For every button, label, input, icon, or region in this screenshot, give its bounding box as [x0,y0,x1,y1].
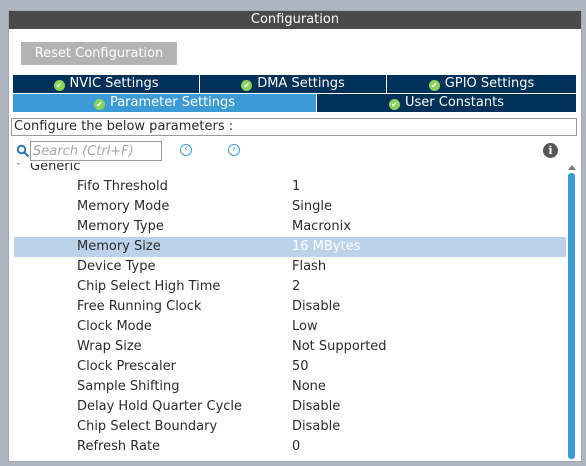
param-name: Chip Select High Time [77,279,221,294]
table-row[interactable]: Memory Type Macronix [14,217,566,237]
param-name: Wrap Size [77,339,142,354]
param-name: Chip Select Boundary [77,419,218,434]
table-row[interactable]: Device Type Flash [14,257,566,277]
reset-configuration-button[interactable]: Reset Configuration [21,42,177,65]
param-value[interactable]: 2 [292,277,300,297]
param-value[interactable]: Flash [292,257,326,277]
param-value[interactable]: 1 [292,177,300,197]
table-row[interactable]: Delay Hold Quarter Cycle Disable [14,397,566,417]
configuration-panel: Configuration Reset Configuration ✔ NVIC … [8,10,582,462]
scroll-up-arrow-icon[interactable] [568,165,576,170]
group-label: Generic [30,163,81,174]
chevron-right-icon[interactable]: › [228,144,240,156]
table-row[interactable]: Sample Shifting None [14,377,566,397]
param-value[interactable]: Single [292,197,332,217]
param-name: Memory Mode [77,199,170,214]
chevron-left-icon[interactable]: ‹ [180,144,192,156]
search-input[interactable] [30,141,162,161]
param-name: Fifo Threshold [77,179,168,194]
param-name: Memory Type [77,219,164,234]
param-value[interactable]: Disable [292,297,340,317]
tab-label: NVIC Settings [69,76,159,91]
param-value[interactable]: Disable [292,397,340,417]
search-icon [16,144,30,158]
panel-title: Configuration [9,11,581,29]
tab-nvic-settings[interactable]: ✔ NVIC Settings [13,75,200,93]
param-value[interactable]: Disable [292,417,340,437]
parameter-tree: ˅ Generic Fifo Threshold 1 Memory Mode Si… [14,163,566,459]
tab-label: GPIO Settings [444,76,535,91]
table-row[interactable]: Clock Prescaler 50 [14,357,566,377]
chevron-down-icon[interactable]: ˅ [16,163,30,176]
tab-dma-settings[interactable]: ✔ DMA Settings [200,75,387,93]
tab-label: User Constants [405,95,504,110]
table-row-selected[interactable]: Memory Size 16 MBytes [14,237,566,257]
configure-label: Configure the below parameters : [11,118,577,136]
check-circle-icon: ✔ [53,80,65,91]
table-row[interactable]: Wrap Size Not Supported [14,337,566,357]
table-row[interactable]: Free Running Clock Disable [14,297,566,317]
table-row[interactable]: Chip Select High Time 2 [14,277,566,297]
check-circle-icon: ✔ [241,80,253,91]
table-row[interactable]: Clock Mode Low [14,317,566,337]
param-value[interactable]: 50 [292,357,309,377]
check-circle-icon: ✔ [428,80,440,91]
tab-user-constants[interactable]: ✔ User Constants [317,94,576,112]
tab-parameter-settings[interactable]: ✔ Parameter Settings [13,94,317,112]
param-value[interactable]: Macronix [292,217,351,237]
param-name: Refresh Rate [77,439,161,454]
tab-label: Parameter Settings [109,95,236,110]
info-icon[interactable]: i [543,143,558,158]
param-value[interactable]: Low [292,317,318,337]
param-name: Sample Shifting [77,379,180,394]
param-value[interactable]: 16 MBytes [292,237,360,257]
scrollbar-thumb[interactable] [568,173,575,459]
param-name: Clock Mode [77,319,152,334]
param-name: Clock Prescaler [77,359,176,374]
group-row-generic[interactable]: ˅ Generic [14,163,80,175]
param-value[interactable]: None [292,377,326,397]
table-row[interactable]: Refresh Rate 0 [14,437,566,457]
check-circle-icon: ✔ [93,99,105,110]
param-value[interactable]: 0 [292,437,300,457]
vertical-scrollbar[interactable] [567,165,576,459]
table-row[interactable]: Memory Mode Single [14,197,566,217]
param-value[interactable]: Not Supported [292,337,387,357]
check-circle-icon: ✔ [389,99,400,110]
table-row[interactable]: Chip Select Boundary Disable [14,417,566,437]
table-row[interactable]: Fifo Threshold 1 [14,177,566,197]
param-name: Device Type [77,259,156,274]
tab-label: DMA Settings [257,76,345,91]
param-name: Memory Size [77,239,161,254]
tab-gpio-settings[interactable]: ✔ GPIO Settings [387,75,576,93]
param-name: Delay Hold Quarter Cycle [77,399,243,414]
param-name: Free Running Clock [77,299,202,314]
